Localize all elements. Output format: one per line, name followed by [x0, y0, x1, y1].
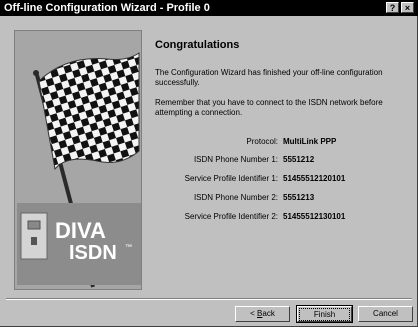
- summary-row-protocol: Protocol: MultiLink PPP: [155, 137, 410, 149]
- summary-row-isdn-phone-2: ISDN Phone Number 2: 5551213: [155, 193, 410, 205]
- logo-trademark: ™: [125, 244, 132, 251]
- summary-value: MultiLink PPP: [283, 137, 337, 146]
- summary-label: Service Profile Identifier 2:: [184, 212, 278, 221]
- summary-label: Protocol:: [246, 137, 278, 146]
- back-button[interactable]: < Back: [235, 306, 290, 322]
- page-heading: Congratulations: [155, 39, 240, 51]
- logo-text-diva: DIVA: [55, 218, 106, 243]
- checkered-flag-icon: DIVA ISDN ™: [15, 31, 141, 289]
- summary-label: ISDN Phone Number 1:: [193, 155, 278, 164]
- summary-label: ISDN Phone Number 2:: [193, 193, 278, 202]
- logo-text-isdn: ISDN: [69, 242, 117, 264]
- finish-button[interactable]: Finish: [296, 305, 353, 323]
- wizard-window: Off-line Configuration Wizard - Profile …: [0, 0, 418, 327]
- back-button-label: ack: [262, 309, 275, 318]
- finish-button-label: Finish: [299, 308, 350, 321]
- window-title: Off-line Configuration Wizard - Profile …: [4, 2, 210, 14]
- summary-value: 51455512130101: [283, 212, 346, 221]
- summary-row-spid-1: Service Profile Identifier 1: 5145551212…: [155, 174, 410, 186]
- summary-value: 5551212: [283, 155, 315, 164]
- completion-message: The Configuration Wizard has finished yo…: [155, 68, 383, 87]
- back-button-prefix: <: [250, 309, 258, 318]
- cancel-button[interactable]: Cancel: [358, 306, 413, 322]
- summary-value: 5551213: [283, 193, 315, 202]
- connection-reminder: Remember that you have to connect to the…: [155, 98, 383, 117]
- summary-row-isdn-phone-1: ISDN Phone Number 1: 5551212: [155, 155, 410, 167]
- summary-value: 51455512120101: [283, 174, 346, 183]
- help-button[interactable]: ?: [386, 2, 399, 13]
- diva-isdn-logo: DIVA ISDN ™: [17, 203, 141, 285]
- title-bar[interactable]: Off-line Configuration Wizard - Profile …: [0, 0, 418, 16]
- summary-row-spid-2: Service Profile Identifier 2: 5145551213…: [155, 212, 410, 224]
- close-button[interactable]: ×: [401, 2, 414, 13]
- summary-label: Service Profile Identifier 1:: [184, 174, 278, 183]
- wizard-graphic: DIVA ISDN ™: [14, 30, 142, 290]
- button-separator: [6, 298, 412, 300]
